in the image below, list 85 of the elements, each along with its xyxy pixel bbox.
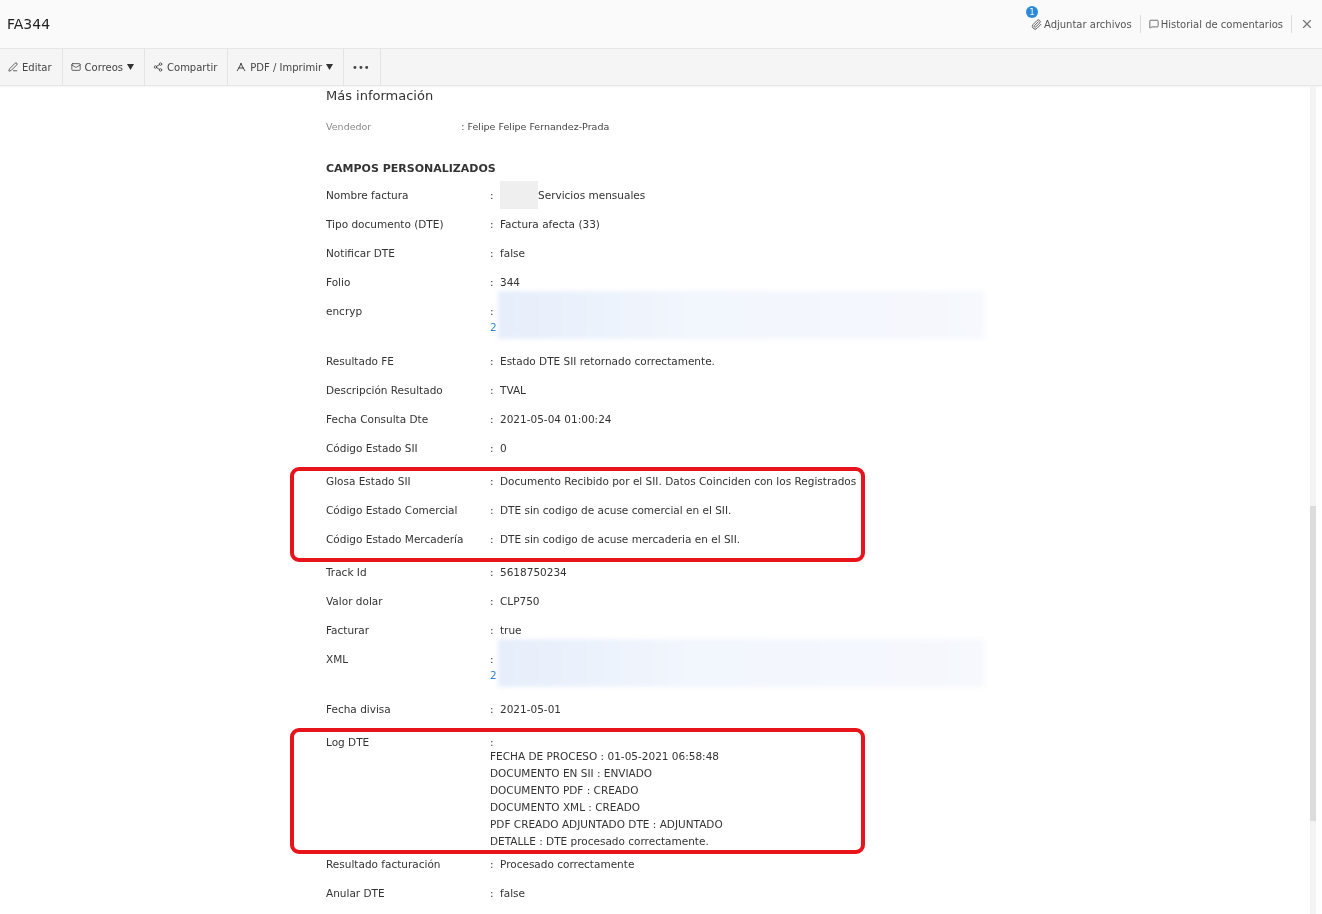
- separator: :: [490, 355, 495, 367]
- separator: :: [490, 566, 495, 578]
- separator: :: [490, 858, 495, 870]
- field-value: Estado DTE SII retornado correctamente.: [500, 355, 715, 367]
- toolbar-button[interactable]: •••: [344, 49, 381, 85]
- section-heading: CAMPOS PERSONALIZADOS: [325, 161, 497, 177]
- field-label: Tipo documento (DTE): [326, 218, 445, 230]
- record-title: FA344: [7, 16, 52, 32]
- pdf-icon: [236, 62, 247, 72]
- field-label: Código Estado Mercadería: [326, 533, 465, 545]
- field-label: Facturar: [326, 624, 371, 636]
- field-value: DTE sin codigo de acuse comercial en el SII.: [500, 504, 732, 516]
- separator: :: [490, 887, 495, 899]
- log-line: DOCUMENTO XML : CREADO: [490, 800, 642, 815]
- field-label: Glosa Estado SII: [326, 475, 412, 487]
- toolbar-button[interactable]: Editar: [0, 49, 63, 85]
- field-label: Fecha Consulta Dte: [326, 413, 430, 425]
- log-line: DOCUMENTO EN SII : ENVIADO: [490, 766, 654, 781]
- separator: :: [490, 624, 495, 636]
- field-label: Código Estado SII: [326, 442, 419, 454]
- pen-icon: [8, 62, 18, 72]
- separator: :: [490, 247, 495, 259]
- field-value: Documento Recibido por el SII. Datos Coinciden con los Registrados: [500, 475, 857, 487]
- separator: :: [490, 653, 495, 665]
- log-line: DOCUMENTO PDF : CREADO: [490, 783, 640, 798]
- field-value: Factura afecta (33): [500, 218, 600, 230]
- envelope-icon: [70, 62, 81, 72]
- value-link[interactable]: 2: [490, 669, 497, 681]
- field-value: false: [500, 247, 525, 259]
- toolbar-button[interactable]: Correos: [62, 49, 146, 85]
- comment-icon: [1148, 19, 1159, 29]
- field-label: Código Estado Comercial: [326, 504, 459, 516]
- field-value: CLP750: [500, 595, 540, 607]
- field-value: false: [500, 887, 525, 899]
- separator: :: [490, 413, 495, 425]
- field-value: 0: [500, 442, 507, 454]
- paperclip-icon: [1031, 18, 1042, 30]
- field-value: 5618750234: [500, 566, 567, 578]
- field-value: : Felipe Felipe Fernandez-Prada: [461, 121, 610, 132]
- separator: :: [490, 276, 495, 288]
- toolbar-button[interactable]: Compartir: [145, 49, 229, 85]
- separator: :: [490, 595, 495, 607]
- field-label: Resultado facturación: [326, 858, 442, 870]
- field-value: true: [500, 624, 522, 636]
- field-value: 344: [500, 276, 521, 288]
- field-label: Valor dolar: [326, 595, 384, 607]
- value-link[interactable]: 2: [490, 321, 497, 333]
- separator: :: [490, 189, 495, 201]
- separator: :: [490, 533, 495, 545]
- field-label: Folio: [326, 276, 352, 288]
- field-value: 2021-05-01: [500, 703, 562, 715]
- field-value: 2021-05-04 01:00:24: [500, 413, 612, 425]
- field-value: DTE sin codigo de acuse mercaderia en el SII.: [500, 533, 741, 545]
- field-label: encryp: [326, 305, 364, 317]
- toolbar-button[interactable]: PDF / Imprimir: [228, 49, 345, 85]
- separator: :: [490, 442, 495, 454]
- separator: :: [490, 475, 495, 487]
- field-value: Procesado correctamente: [500, 858, 635, 870]
- scrollbar[interactable]: [1310, 86, 1316, 914]
- field-label: Vendedor: [326, 121, 372, 132]
- field-label: Log DTE: [326, 736, 371, 748]
- field-label: XML: [326, 653, 350, 665]
- field-label: Notificar DTE: [326, 247, 396, 259]
- separator: :: [490, 736, 495, 748]
- section-heading: Más información: [325, 87, 435, 103]
- field-label: Fecha divisa: [326, 703, 392, 715]
- comment-history-button[interactable]: Historial de comentarios: [1140, 14, 1291, 34]
- field-label: Track Id: [326, 566, 368, 578]
- share-icon: [153, 62, 164, 72]
- log-line: FECHA DE PROCESO : 01-05-2021 06:58:48: [490, 749, 720, 764]
- count-badge: 1: [1026, 6, 1038, 18]
- field-label: Nombre factura: [326, 189, 410, 201]
- field-value: TVAL: [500, 384, 526, 396]
- field-label: Resultado FE: [326, 355, 395, 367]
- field-label: Descripción Resultado: [326, 384, 444, 396]
- field-label: Anular DTE: [326, 887, 386, 899]
- log-line: PDF CREADO ADJUNTADO DTE : ADJUNTADO: [490, 817, 723, 832]
- separator: :: [490, 504, 495, 516]
- separator: :: [490, 703, 495, 715]
- separator: :: [490, 218, 495, 230]
- log-line: DETALLE : DTE procesado correctamente.: [490, 834, 710, 849]
- field-value: Servicios mensuales: [538, 189, 646, 201]
- separator: :: [490, 305, 495, 317]
- close-icon: [1300, 17, 1314, 31]
- separator: :: [490, 384, 495, 396]
